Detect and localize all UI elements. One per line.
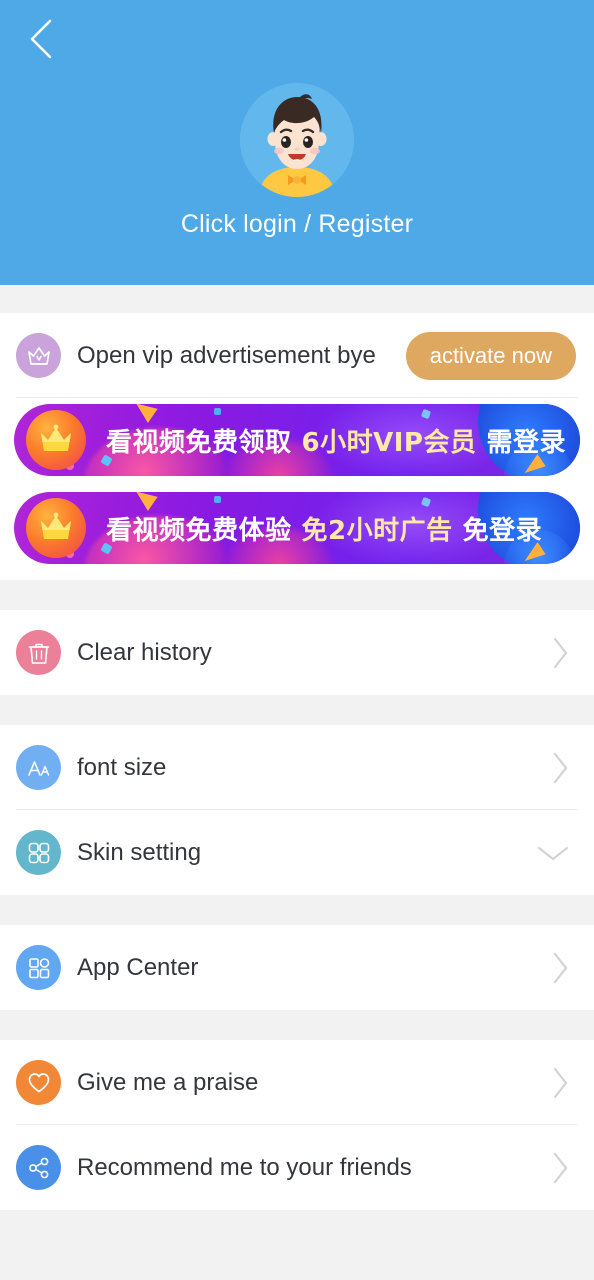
row-label: font size <box>77 753 167 781</box>
chevron-right-icon[interactable] <box>550 951 570 985</box>
crown-badge-icon <box>26 498 86 558</box>
section-gap <box>0 285 594 313</box>
chevron-right-icon[interactable] <box>550 1151 570 1185</box>
row-skin-setting[interactable]: Skin setting <box>0 810 594 895</box>
section-gap <box>0 580 594 610</box>
social-section: Give me a praise Recommend me to your fr… <box>0 1040 594 1210</box>
font-size-icon <box>16 745 61 790</box>
share-icon <box>16 1145 61 1190</box>
section-gap <box>0 1010 594 1040</box>
crown-icon <box>16 333 61 378</box>
chevron-down-icon[interactable] <box>536 842 570 864</box>
bottom-gap <box>0 1210 594 1270</box>
banner-segment-accent: 免2小时广告 <box>301 515 453 546</box>
chevron-right-icon[interactable] <box>550 1066 570 1100</box>
row-app-center[interactable]: App Center <box>0 925 594 1010</box>
skin-grid-icon <box>16 830 61 875</box>
vip-banner-nologin-text: 看视频免费体验 免2小时广告 免登录 <box>106 492 542 564</box>
row-label: Skin setting <box>77 838 202 866</box>
back-button[interactable] <box>14 12 68 66</box>
user-avatar-boy-icon <box>240 83 354 197</box>
vip-banner-login[interactable]: 看视频免费领取 6小时VIP会员 需登录 <box>14 404 580 476</box>
vip-banner-login-text: 看视频免费领取 6小时VIP会员 需登录 <box>106 404 566 476</box>
vip-advertisement-label: Open vip advertisement bye <box>77 341 376 369</box>
activate-now-button[interactable]: activate now <box>405 331 576 380</box>
banner-segment: 需登录 <box>486 427 566 458</box>
app-grid-icon <box>16 945 61 990</box>
profile-header: Click login / Register <box>0 0 594 285</box>
row-give-praise[interactable]: Give me a praise <box>0 1040 594 1125</box>
avatar[interactable] <box>240 83 354 197</box>
row-label: Clear history <box>77 638 212 666</box>
vip-banners: 看视频免费领取 6小时VIP会员 需登录 看视频免费体验 免2小时广告 免登录 <box>0 398 594 580</box>
row-clear-history[interactable]: Clear history <box>0 610 594 695</box>
row-label: Recommend me to your friends <box>77 1153 412 1181</box>
banner-segment: 看视频免费体验 <box>106 515 292 546</box>
crown-badge-icon <box>26 410 86 470</box>
banner-segment-accent: 6小时VIP会员 <box>301 427 477 458</box>
banner-segment: 看视频免费领取 <box>106 427 292 458</box>
heart-icon <box>16 1060 61 1105</box>
chevron-right-icon[interactable] <box>550 751 570 785</box>
vip-card: Open vip advertisement bye activate now <box>0 313 594 580</box>
chevron-right-icon[interactable] <box>550 636 570 670</box>
row-label: Give me a praise <box>77 1068 259 1096</box>
row-label: App Center <box>77 953 199 981</box>
vip-advertisement-row[interactable]: Open vip advertisement bye activate now <box>0 313 594 398</box>
section-gap <box>0 695 594 725</box>
apps-section: App Center <box>0 925 594 1010</box>
banner-segment: 免登录 <box>462 515 543 546</box>
trash-icon <box>16 630 61 675</box>
row-font-size[interactable]: font size <box>0 725 594 810</box>
row-recommend-friends[interactable]: Recommend me to your friends <box>0 1125 594 1210</box>
history-section: Clear history <box>0 610 594 695</box>
appearance-section: font size Skin setting <box>0 725 594 895</box>
vip-banner-nologin[interactable]: 看视频免费体验 免2小时广告 免登录 <box>14 492 580 564</box>
chevron-left-icon <box>26 17 56 61</box>
section-gap <box>0 895 594 925</box>
login-register-link[interactable]: Click login / Register <box>0 210 594 239</box>
settings-screen: Click login / Register Open vip advertis… <box>0 0 594 1280</box>
